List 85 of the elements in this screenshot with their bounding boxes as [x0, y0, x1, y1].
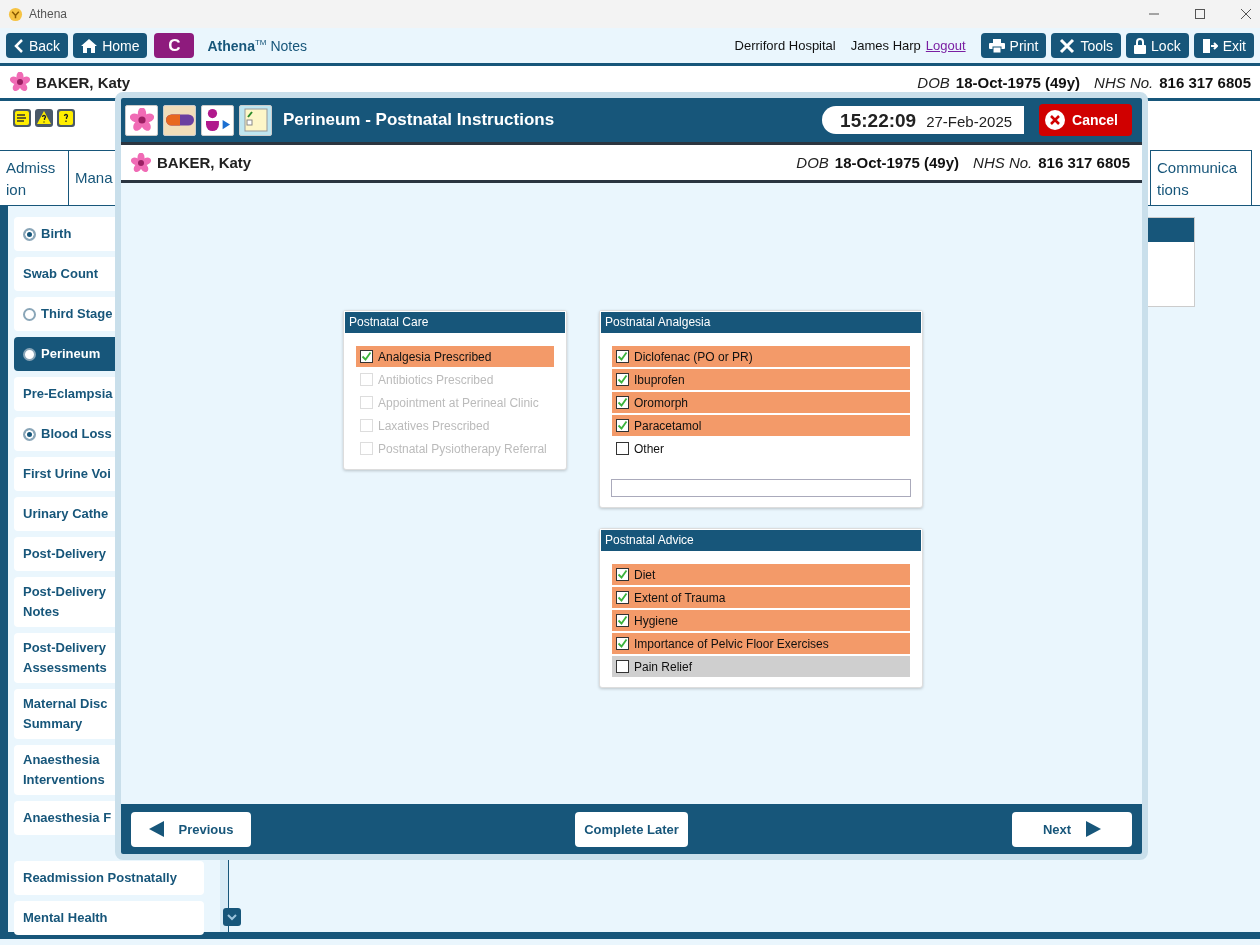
- sidebar-item[interactable]: Mental Health: [14, 901, 204, 935]
- checkbox-icon: [616, 591, 629, 604]
- maximize-icon[interactable]: [1194, 8, 1206, 20]
- previous-button[interactable]: Previous: [131, 811, 251, 847]
- next-button[interactable]: Next: [1012, 811, 1132, 847]
- nhs-number: 816 317 6805: [1159, 73, 1251, 91]
- capsule-button[interactable]: [163, 104, 196, 136]
- checkbox-row[interactable]: Diet: [612, 564, 910, 585]
- checkbox-icon: [360, 442, 373, 455]
- app-name: Athena$^{TM}$ Notes: [207, 37, 307, 54]
- checkbox-row[interactable]: Pain Relief: [612, 656, 910, 677]
- complete-later-button[interactable]: Complete Later: [575, 811, 688, 847]
- checkbox-icon: [616, 350, 629, 363]
- nhs-number: 816 317 6805: [1038, 154, 1130, 171]
- dob-label: DOB: [917, 73, 950, 91]
- chevron-left-icon: [14, 38, 24, 53]
- back-button[interactable]: Back: [6, 33, 69, 58]
- note-icon: [242, 107, 269, 133]
- triangle-left-icon: [148, 821, 165, 837]
- checkbox-row[interactable]: Importance of Pelvic Floor Exercises: [612, 633, 910, 654]
- capsule-icon: [165, 114, 194, 126]
- checkbox-icon: [616, 419, 629, 432]
- dob-label: DOB: [796, 154, 829, 171]
- checkbox-icon: [616, 373, 629, 386]
- nhs-label: NHS No.: [1094, 73, 1154, 91]
- lock-button[interactable]: Lock: [1126, 33, 1189, 58]
- print-button[interactable]: Print: [980, 33, 1047, 58]
- checkbox-icon: [616, 660, 629, 673]
- tab[interactable]: Communica tions: [1150, 150, 1252, 205]
- checkbox-row[interactable]: Extent of Trauma: [612, 587, 910, 608]
- checkbox-icon: [616, 568, 629, 581]
- window-title: Athena: [29, 7, 68, 21]
- flower-button[interactable]: [125, 104, 158, 136]
- checkbox-icon: [616, 637, 629, 650]
- checkbox-row[interactable]: Hygiene: [612, 610, 910, 631]
- checkbox-icon: [360, 419, 373, 432]
- exit-icon: [1201, 37, 1218, 54]
- letter-button[interactable]: C: [154, 33, 195, 58]
- exit-button[interactable]: Exit: [1193, 33, 1254, 58]
- checkbox-row[interactable]: Paracetamol: [612, 415, 910, 436]
- dob-value: 18-Oct-1975 (49y): [834, 154, 960, 171]
- home-button[interactable]: Home: [73, 33, 148, 58]
- flower-icon: [131, 152, 151, 173]
- checkbox-icon: [616, 442, 629, 455]
- home-icon: [81, 38, 98, 53]
- sidebar-item[interactable]: Readmission Postnatally: [14, 861, 204, 895]
- checkbox-icon: [360, 350, 373, 363]
- lock-icon: [1134, 37, 1147, 54]
- dob-value: 18-Oct-1975 (49y): [955, 73, 1081, 91]
- person-arrow-button[interactable]: [201, 104, 234, 136]
- app-logo-icon: [8, 6, 23, 22]
- triangle-right-icon: [1085, 821, 1102, 837]
- checkbox-row[interactable]: Oromorph: [612, 392, 910, 413]
- flower-icon: [129, 108, 154, 132]
- other-input-field[interactable]: [611, 479, 911, 497]
- note-button[interactable]: [239, 104, 272, 136]
- time-text: 15:22:09: [840, 109, 917, 133]
- cancel-button[interactable]: Cancel: [1039, 104, 1132, 136]
- user-name: James Harp: [850, 38, 921, 53]
- checkbox-icon: [616, 396, 629, 409]
- panel-title: Postnatal Advice: [600, 529, 922, 552]
- date-text: 27-Feb-2025: [926, 112, 1013, 132]
- patient-name: BAKER, Katy: [157, 154, 252, 171]
- close-circle-icon: [1045, 110, 1066, 130]
- dialog-title: Perineum - Postnatal Instructions: [283, 110, 555, 130]
- checkbox-icon: [616, 614, 629, 627]
- question-icon[interactable]: [35, 109, 53, 127]
- nhs-label: NHS No.: [973, 154, 1033, 171]
- checkbox-row[interactable]: Analgesia Prescribed: [356, 346, 554, 367]
- checkbox-row[interactable]: Ibuprofen: [612, 369, 910, 390]
- checkbox-icon: [360, 396, 373, 409]
- checkbox-icon: [360, 373, 373, 386]
- tools-button[interactable]: Tools: [1051, 33, 1122, 58]
- printer-icon: [988, 38, 1005, 53]
- hospital-name: Derriford Hospital: [734, 38, 836, 53]
- panel-title: Postnatal Care: [344, 311, 566, 334]
- scroll-down-icon[interactable]: [223, 908, 241, 926]
- flower-icon: [10, 72, 30, 92]
- logout-link[interactable]: Logout: [925, 38, 966, 53]
- question-icon[interactable]: [57, 109, 75, 127]
- panel-title: Postnatal Analgesia: [600, 311, 922, 334]
- checkbox-row[interactable]: Other: [612, 438, 910, 459]
- checkbox-row[interactable]: Diclofenac (PO or PR): [612, 346, 910, 367]
- patient-name: BAKER, Katy: [36, 73, 131, 91]
- close-icon[interactable]: [1240, 8, 1252, 20]
